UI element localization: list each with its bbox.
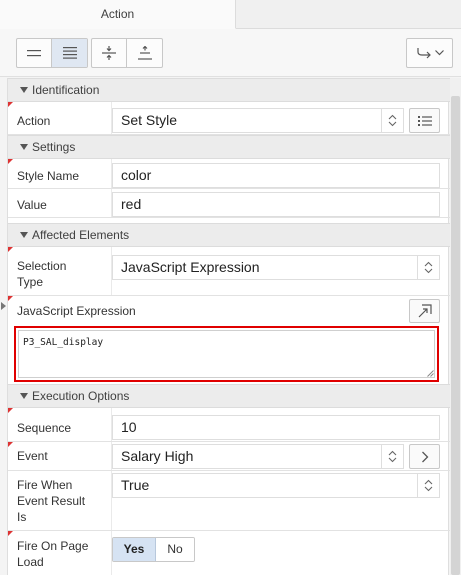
- triangle-down-icon: [20, 232, 28, 238]
- triangle-down-icon: [20, 144, 28, 150]
- javascript-expression-textarea[interactable]: P3_SAL_display: [18, 330, 435, 378]
- selection-type-select[interactable]: JavaScript Expression: [112, 255, 440, 280]
- expand-editor-button[interactable]: [409, 299, 440, 323]
- row-height-group: [16, 38, 88, 68]
- row-javascript-expression: JavaScript Expression P3_SAL_display: [8, 296, 450, 391]
- go-to-group-menu[interactable]: [406, 38, 453, 68]
- select-arrows-icon: [417, 474, 439, 497]
- field-label: Event: [17, 449, 48, 463]
- list-icon: [417, 115, 432, 126]
- section-title: Identification: [32, 83, 100, 97]
- row-event: Event Salary High: [8, 442, 450, 471]
- row-value: Value red: [8, 189, 450, 218]
- section-title: Settings: [32, 140, 76, 154]
- go-to-group-icon: [416, 48, 431, 59]
- property-toolbar: [0, 29, 461, 77]
- expand-all-icon: [137, 46, 152, 60]
- row-action: Action Set Style: [8, 102, 450, 135]
- select-arrows-icon: [381, 445, 403, 468]
- expand-rows-button[interactable]: [52, 39, 87, 67]
- section-title: Execution Options: [32, 389, 130, 403]
- chevron-down-icon: [434, 50, 444, 56]
- value-input[interactable]: red: [112, 192, 440, 217]
- row-sequence: Sequence 10: [8, 408, 450, 442]
- field-label: JavaScript Expression: [17, 304, 136, 318]
- collapse-all-icon: [102, 46, 116, 60]
- field-label: Action: [17, 114, 51, 128]
- field-label: Fire When Event Result Is: [17, 478, 86, 524]
- fire-on-page-load-toggle: Yes No: [112, 537, 195, 562]
- action-select[interactable]: Set Style: [112, 108, 404, 133]
- field-label: Fire On Page Load: [17, 539, 89, 569]
- select-value: Set Style: [121, 112, 178, 128]
- list-button[interactable]: [409, 108, 440, 133]
- collapse-all-button[interactable]: [92, 39, 127, 67]
- section-identification[interactable]: Identification: [8, 78, 450, 102]
- fire-when-select[interactable]: True: [112, 473, 440, 498]
- group-toggle-group: [91, 38, 163, 68]
- triangle-down-icon: [20, 393, 28, 399]
- row-selection-type: Selection Type JavaScript Expression: [8, 247, 450, 296]
- yes-button[interactable]: Yes: [113, 538, 156, 561]
- select-value: True: [121, 477, 150, 493]
- section-settings[interactable]: Settings: [8, 135, 450, 159]
- select-value: Salary High: [121, 448, 194, 464]
- section-title: Affected Elements: [32, 228, 130, 242]
- select-value: JavaScript Expression: [121, 259, 260, 275]
- expand-rows-icon: [62, 47, 77, 59]
- field-label: Style Name: [17, 169, 80, 183]
- property-panel: Identification Action Set Style Settings…: [7, 78, 450, 575]
- row-style-name: Style Name color: [8, 159, 450, 189]
- chevron-right-icon: [421, 451, 428, 462]
- row-fire-on-page-load: Fire On Page Load Yes No: [8, 531, 450, 575]
- expand-all-button[interactable]: [127, 39, 162, 67]
- triangle-down-icon: [20, 87, 28, 93]
- no-button[interactable]: No: [156, 538, 194, 561]
- event-detail-button[interactable]: [409, 444, 440, 469]
- row-fire-when-event-result: Fire When Event Result Is True: [8, 471, 450, 531]
- collapse-rows-button[interactable]: [17, 39, 52, 67]
- event-select[interactable]: Salary High: [112, 444, 404, 469]
- section-affected-elements[interactable]: Affected Elements: [8, 223, 450, 247]
- field-label: Selection Type: [17, 259, 67, 289]
- section-execution-options[interactable]: Execution Options: [8, 384, 450, 408]
- javascript-expression-editor-highlight: P3_SAL_display: [14, 326, 439, 382]
- scrollbar-thumb[interactable]: [451, 96, 460, 575]
- expand-editor-icon: [418, 304, 432, 318]
- style-name-input[interactable]: color: [112, 163, 440, 188]
- panel-collapse-arrow-icon[interactable]: [1, 302, 6, 310]
- field-label: Sequence: [17, 421, 72, 435]
- select-arrows-icon: [417, 256, 439, 279]
- tab-bar: Action: [0, 0, 461, 29]
- sequence-input[interactable]: 10: [112, 415, 440, 440]
- resize-handle-icon[interactable]: [427, 370, 434, 377]
- tab-action[interactable]: Action: [0, 0, 236, 29]
- field-label: Value: [17, 198, 47, 212]
- collapse-rows-icon: [27, 50, 41, 57]
- select-arrows-icon: [381, 109, 403, 132]
